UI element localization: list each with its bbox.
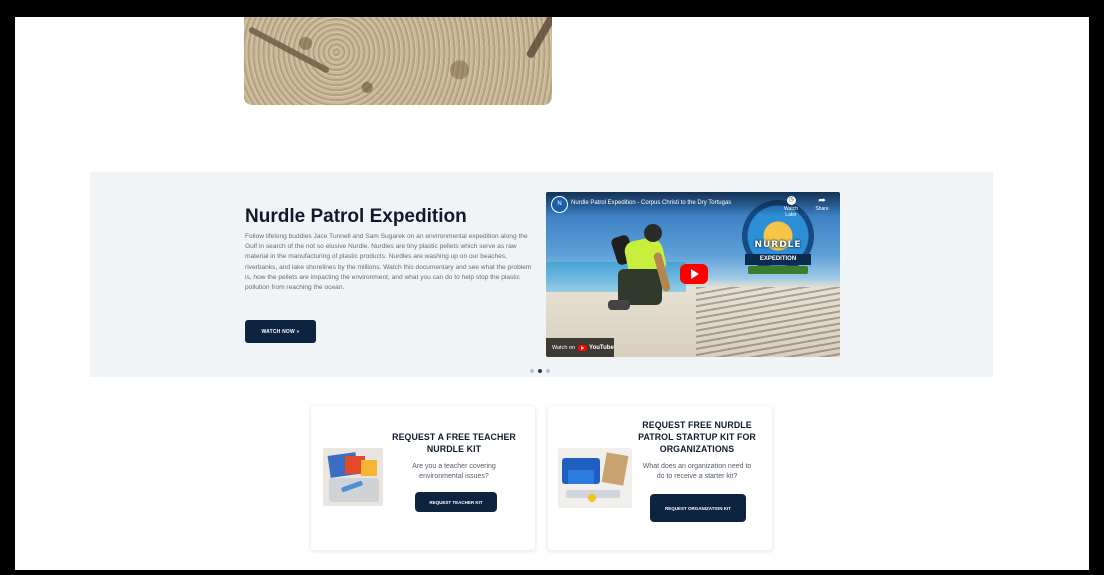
request-teacher-kit-button[interactable]: REQUEST TEACHER KIT: [415, 492, 497, 512]
organization-kit-card: REQUEST FREE NURDLE PATROL STARTUP KIT F…: [548, 406, 772, 550]
feature-title: Nurdle Patrol Expedition: [245, 206, 467, 227]
video-player[interactable]: NURDLE EXPEDITION N Nurdle Patrol Expedi…: [546, 192, 840, 357]
teacher-kit-image: [323, 448, 383, 506]
teacher-kit-card: REQUEST A FREE TEACHER NURDLE KIT Are yo…: [311, 406, 535, 550]
video-title[interactable]: Nurdle Patrol Expedition - Corpus Christ…: [571, 200, 731, 206]
watch-on-youtube-link[interactable]: Watch on YouTube: [546, 338, 614, 357]
organization-kit-title: REQUEST FREE NURDLE PATROL STARTUP KIT F…: [638, 420, 756, 454]
watch-on-label: Watch on: [552, 344, 576, 351]
logo-subtitle: EXPEDITION: [745, 254, 811, 265]
carousel-dot-active[interactable]: [538, 369, 542, 373]
seaweed-background: [696, 287, 840, 357]
watch-later-label: Watch Later: [784, 206, 798, 218]
request-organization-kit-button[interactable]: REQUEST ORGANIZATION KIT: [650, 494, 746, 522]
sand-photo: [244, 17, 552, 105]
play-button[interactable]: [680, 264, 708, 284]
watch-later-button[interactable]: ◷ Watch Later: [780, 196, 802, 218]
teacher-kit-text: Are you a teacher covering environmental…: [412, 463, 496, 480]
person-figure: [608, 224, 678, 319]
organization-kit-text: What does an organization need to do to …: [642, 463, 752, 480]
carousel-dot[interactable]: [530, 369, 534, 373]
share-arrow-icon: ➦: [818, 195, 826, 205]
feature-description: Follow lifelong buddies Jace Tunnell and…: [245, 233, 532, 292]
organization-kit-image: [558, 448, 632, 508]
share-button[interactable]: ➦ Share: [812, 195, 832, 213]
twig-decoration: [525, 17, 552, 59]
logo-ribbon: [748, 266, 808, 274]
twig-decoration: [247, 26, 331, 74]
clock-icon: ◷: [786, 196, 796, 205]
carousel-dots: [530, 369, 550, 373]
channel-avatar[interactable]: N: [551, 196, 568, 213]
youtube-play-icon: [578, 344, 588, 351]
carousel-dot[interactable]: [546, 369, 550, 373]
watch-now-button[interactable]: WATCH NOW »: [245, 320, 316, 343]
feature-section: Nurdle Patrol Expedition Follow lifelong…: [90, 172, 993, 377]
youtube-logo: YouTube: [578, 344, 614, 351]
share-label: Share: [815, 206, 829, 212]
page: Nurdle Patrol Expedition Follow lifelong…: [15, 17, 1089, 570]
teacher-kit-title: REQUEST A FREE TEACHER NURDLE KIT: [392, 432, 516, 454]
logo-word: NURDLE: [754, 240, 802, 250]
